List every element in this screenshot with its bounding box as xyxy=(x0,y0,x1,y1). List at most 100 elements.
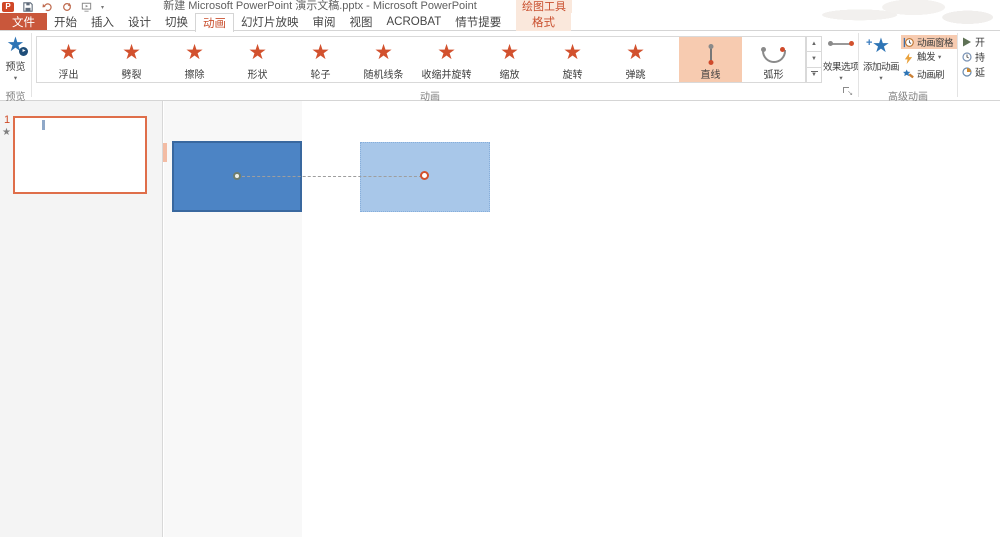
animation-star-icon xyxy=(248,39,267,65)
animation-gallery-item[interactable]: 轮子 xyxy=(289,37,352,82)
add-animation-label: 添加动画 xyxy=(862,62,900,73)
motion-path-item-label: 直线 xyxy=(700,70,721,81)
ribbon-animations: ★ 预览 ▾ 浮出 劈裂 擦除 形状 轮子 xyxy=(0,31,1000,103)
animation-star-icon xyxy=(563,39,582,65)
animation-gallery-item-label: 擦除 xyxy=(184,70,205,81)
animation-gallery-item[interactable]: 收缩并旋转 xyxy=(415,37,478,82)
advanced-animation-button[interactable]: 动画窗格 ▾ xyxy=(901,35,958,49)
ribbon-tab-label: 情节提要 xyxy=(455,16,502,29)
animation-star-icon xyxy=(122,39,141,65)
slide-thumbnail[interactable] xyxy=(13,116,147,194)
dropdown-arrow-icon: ▾ xyxy=(938,54,941,61)
timing-label-clipped: 持 xyxy=(975,53,985,64)
animation-gallery-item-label: 收缩并旋转 xyxy=(421,70,472,81)
gallery-scrollbar: ▲ ▼ ▼ xyxy=(806,36,822,83)
animation-gallery-item-label: 浮出 xyxy=(58,70,79,81)
ribbon-tab[interactable]: 切换 xyxy=(158,13,195,30)
slide-number: 1 xyxy=(4,114,11,126)
animation-star-icon xyxy=(311,39,330,65)
add-animation-button[interactable]: ★ 添加动画 ▾ xyxy=(860,32,902,93)
motion-path-end-point[interactable] xyxy=(420,171,429,180)
animation-group-label: 动画 xyxy=(420,92,440,103)
animation-gallery-item-label: 缩放 xyxy=(499,70,520,81)
thumbnail-placeholder-mark xyxy=(42,120,45,130)
contextual-tool-header: 绘图工具 xyxy=(516,0,572,13)
preview-button[interactable]: ★ 预览 ▾ xyxy=(1,34,30,86)
ribbon-tab-bar: 文件 开始 插入 设计 切换 动画 幻灯片放映 审阅 视图 ACROBAT 情节… xyxy=(0,13,1000,32)
motion-path-gallery-item[interactable]: 弧形 xyxy=(742,37,805,82)
gallery-scroll-up-button[interactable]: ▲ xyxy=(806,36,822,53)
animation-gallery-item-label: 轮子 xyxy=(310,70,331,81)
gallery-more-button[interactable]: ▼ xyxy=(806,67,822,83)
advanced-animation-button[interactable]: 动画刷 ▾ xyxy=(901,67,958,81)
effect-options-button[interactable]: 效果选项 ▾ xyxy=(822,35,860,93)
animation-gallery-item[interactable]: 浮出 xyxy=(37,37,100,82)
animation-painter-icon xyxy=(903,68,914,78)
ribbon-tab[interactable]: 插入 xyxy=(84,13,121,30)
timing-control[interactable]: 持 xyxy=(962,51,1000,64)
timing-group-clipped: 开 持 延 xyxy=(962,36,1000,79)
animation-star-icon xyxy=(374,39,393,65)
animation-gallery-item[interactable]: 形状 xyxy=(226,37,289,82)
animation-gallery-item[interactable]: 劈裂 xyxy=(100,37,163,82)
add-animation-dropdown-arrow-icon: ▾ xyxy=(879,75,883,82)
preview-star-icon: ★ xyxy=(7,34,29,56)
ribbon-tab-label: 开始 xyxy=(54,16,77,29)
timing-control[interactable]: 延 xyxy=(962,66,1000,79)
animation-gallery-item-label: 随机线条 xyxy=(363,70,404,81)
ribbon-tab[interactable]: 设计 xyxy=(121,13,158,30)
preview-button-label: 预览 xyxy=(5,62,26,73)
motion-path-dashed-line[interactable] xyxy=(242,176,422,177)
entrance-animation-list: 浮出 劈裂 擦除 形状 轮子 随机线条 xyxy=(37,37,667,82)
advanced-button-label: 动画窗格 xyxy=(917,38,954,49)
ribbon-tab-label: 文件 xyxy=(12,16,35,29)
animation-gallery-item[interactable]: 擦除 xyxy=(163,37,226,82)
animation-star-icon xyxy=(59,39,78,65)
ribbon-tab[interactable]: 审阅 xyxy=(306,13,343,30)
animation-gallery-item[interactable]: 随机线条 xyxy=(352,37,415,82)
trigger-icon xyxy=(904,52,913,64)
timing-control[interactable]: 开 xyxy=(962,36,1000,49)
ribbon-tab-label: 插入 xyxy=(91,16,114,29)
ribbon-tab[interactable]: 情节提要 xyxy=(448,13,508,30)
preview-dropdown-arrow-icon[interactable]: ▾ xyxy=(14,75,17,82)
animation-star-icon xyxy=(185,39,204,65)
animation-gallery-item[interactable]: 缩放 xyxy=(478,37,541,82)
ribbon-tab-label: 设计 xyxy=(128,16,151,29)
ribbon-tab[interactable]: 格式 xyxy=(516,13,571,31)
ribbon-tab[interactable]: 动画 xyxy=(195,13,234,32)
animation-star-icon xyxy=(500,39,519,65)
motion-path-list: 直线 弧形 xyxy=(679,37,805,82)
animation-gallery-item[interactable]: 旋转 xyxy=(541,37,604,82)
title-bar: P ▾ 新建 Microsoft PowerPoint 演示文稿.pptx - … xyxy=(0,0,1000,13)
advanced-button-label: 动画刷 xyxy=(917,70,945,81)
duration-clock-icon xyxy=(962,51,972,62)
slide-thumbnail-panel: 1 ★ xyxy=(0,101,163,537)
slide-animation-indicator-icon: ★ xyxy=(2,127,11,138)
animation-pane-icon xyxy=(903,37,914,47)
animation-gallery-item-label: 弹跳 xyxy=(625,70,646,81)
delay-clock-icon xyxy=(962,66,972,77)
animation-gallery-item-label: 旋转 xyxy=(562,70,583,81)
gallery-category-spacer xyxy=(667,37,679,82)
ribbon-tab[interactable]: 幻灯片放映 xyxy=(234,13,306,30)
motion-path-item-label: 弧形 xyxy=(763,70,784,81)
animation-gallery-item[interactable]: 弹跳 xyxy=(604,37,667,82)
ribbon-tab[interactable]: 文件 xyxy=(0,13,47,30)
group-divider xyxy=(31,33,32,97)
animation-dialog-launcher-icon[interactable] xyxy=(843,87,853,97)
ribbon-tab[interactable]: ACROBAT xyxy=(380,13,449,30)
animation-style-gallery: 浮出 劈裂 擦除 形状 轮子 随机线条 xyxy=(36,36,806,83)
start-play-icon xyxy=(963,37,971,46)
animation-star-icon xyxy=(437,39,456,65)
ribbon-tab[interactable]: 视图 xyxy=(343,13,380,30)
advanced-animation-button[interactable]: 触发 ▾ xyxy=(901,51,958,65)
gallery-scroll-down-button[interactable]: ▼ xyxy=(806,52,822,68)
motion-path-gallery-item[interactable]: 直线 xyxy=(679,37,742,82)
canvas-edge-marker xyxy=(163,143,167,162)
motion-path-start-point[interactable] xyxy=(233,172,241,180)
ribbon-tab[interactable]: 开始 xyxy=(47,13,84,30)
effect-options-dropdown-arrow-icon: ▾ xyxy=(839,75,843,82)
effect-options-icon xyxy=(828,41,854,46)
effect-options-label: 效果选项 xyxy=(822,62,860,73)
